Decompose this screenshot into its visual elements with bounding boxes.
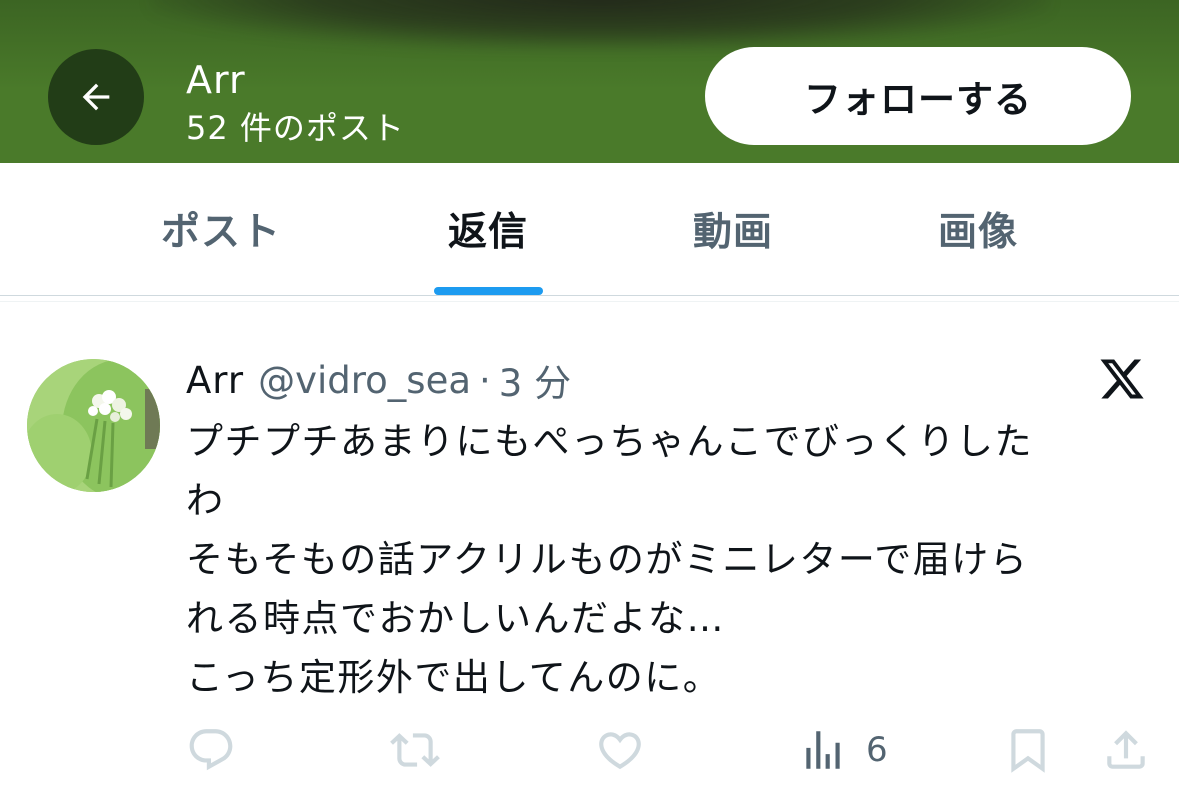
follow-button[interactable]: フォローする [705,47,1131,145]
arrow-left-icon [82,83,110,111]
post-text-line: わ [186,479,225,522]
share-icon [1107,730,1145,769]
share-button[interactable] [1101,722,1151,778]
section-divider [0,301,1179,302]
tabs-divider [0,295,1179,296]
reply-icon [189,729,233,771]
tab-images[interactable]: 画像 [878,163,1078,295]
bookmark-icon [1011,729,1045,773]
repost-icon [390,733,440,767]
repost-button[interactable] [390,722,440,778]
header-post-count: 52 件のポスト [186,109,405,147]
post-text-line: れる時点でおかしいんだよな… [186,597,725,640]
post-text-line: こっち定形外で出してんのに。 [186,656,722,699]
post-timestamp[interactable]: 3 分 [499,353,571,407]
heart-icon [599,732,641,770]
back-button[interactable] [48,49,144,145]
post-handle[interactable]: @vidro_sea [258,359,471,402]
profile-header: Arr 52 件のポスト フォローする [0,0,1179,163]
avatar-image [27,359,160,492]
post-header: Arr @vidro_sea · 3 分 [186,354,571,406]
header-display-name: Arr [186,58,246,102]
profile-tabs: ポスト 返信 動画 画像 [0,163,1179,295]
meta-separator: · [479,358,491,402]
views-button[interactable]: 6 [798,722,888,778]
reply-button[interactable] [186,722,236,778]
x-logo-icon[interactable] [1097,355,1147,403]
banner-image [150,0,1050,50]
post-body: プチプチあまりにもぺっちゃんこでびっくりした わ そもそもの話アクリルものがミニ… [186,412,1126,707]
avatar[interactable] [27,359,160,492]
active-tab-indicator [434,287,543,295]
tab-videos[interactable]: 動画 [633,163,833,295]
tab-posts[interactable]: ポスト [121,163,321,295]
like-button[interactable] [595,722,645,778]
tab-replies[interactable]: 返信 [388,163,588,295]
bookmark-button[interactable] [1003,722,1053,778]
post-text-line: そもそもの話アクリルものがミニレターで届けら [186,538,1029,581]
post-display-name[interactable]: Arr [186,359,244,402]
views-icon [806,731,840,769]
post-text-line: プチプチあまりにもぺっちゃんこでびっくりした [186,420,1033,463]
views-count: 6 [866,730,888,770]
